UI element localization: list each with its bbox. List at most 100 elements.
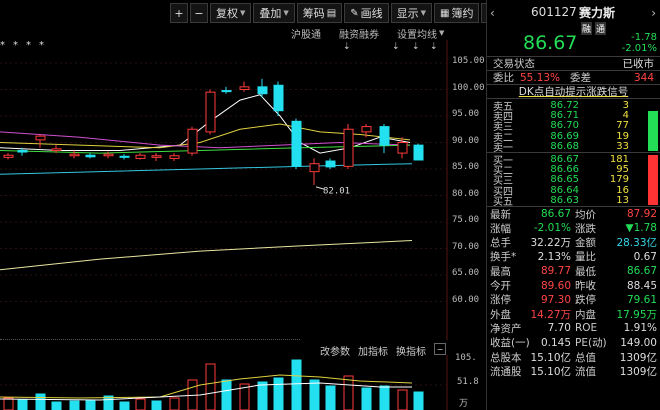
stat-value: 86.67 (626, 265, 657, 278)
chip-label: 筹码 (302, 7, 325, 20)
volume-bar-down (151, 400, 162, 410)
candle-down (85, 154, 96, 158)
display-dropdown[interactable]: 显示 ▼ (390, 3, 433, 23)
zoom-in-button[interactable]: + (170, 3, 188, 23)
stat-row: 外盘 14.27万 内盘 17.95万 (487, 307, 660, 321)
stat-row: 今开 89.60 昨收 88.45 (487, 278, 660, 293)
stat-label: PE(动) (575, 337, 607, 350)
stat-label: 量比 (575, 251, 596, 264)
stat-label: 净资产 (490, 322, 522, 335)
prev-stock-icon[interactable]: ‹ (490, 6, 495, 20)
stat-value: 15.10亿 (530, 365, 571, 378)
trade-status-label: 交易状态 (493, 58, 535, 70)
stat-row: 涨停 97.30 跌停 79.61 (487, 293, 660, 307)
volume-bar-up (397, 389, 408, 410)
candle-up (3, 154, 14, 158)
bid-book: 买一 86.67 181 买二 86.66 95 买三 86.65 179 买四 86.64 16 买五… (487, 151, 660, 208)
volume-bar-down (361, 387, 372, 410)
book-price: 86.72 (550, 99, 579, 111)
volume-bar-down (51, 401, 62, 410)
stat-label: 换手* (490, 251, 517, 264)
zoom-out-button[interactable]: − (190, 3, 208, 23)
candle-up (51, 148, 62, 151)
candle-down (291, 120, 302, 167)
stat-value: 79.61 (626, 293, 657, 306)
volume-chart[interactable] (0, 355, 485, 410)
book-volume: 33 (616, 141, 629, 153)
quote-panel: ‹ › 601127 赛力斯 融 通 86.67 -1.78 -2.01% 交易… (486, 0, 660, 410)
fuquan-dropdown[interactable]: 复权 ▼ (210, 3, 252, 23)
stat-label: 总值 (575, 351, 596, 364)
draw-line-button[interactable]: ✎ 画线 (344, 3, 389, 23)
book-price: 86.64 (550, 184, 579, 196)
stat-label: 收益(一) (490, 337, 530, 350)
book-price: 86.65 (550, 174, 579, 186)
next-stock-icon[interactable]: › (651, 6, 656, 20)
candlestick-chart[interactable]: 82.01 (0, 40, 485, 340)
stat-row: 最新 86.67 均价 87.92 (487, 207, 660, 221)
candle-down (221, 90, 232, 93)
order-ratio-row: 委比 55.13% 委差 344 (487, 70, 660, 84)
stat-label: 涨跌 (575, 222, 596, 235)
chip-button[interactable]: 筹码 ▤ (296, 3, 343, 23)
stat-value: 1309亿 (619, 351, 657, 364)
volume-bar-down (257, 381, 268, 410)
price-axis-label: 60.00 (452, 294, 480, 305)
stat-value: 0.67 (633, 250, 657, 263)
stat-value: -2.01% (533, 222, 571, 235)
change-amount: -1.78 (631, 32, 657, 43)
candle-down (119, 155, 130, 158)
candle-down (273, 84, 284, 112)
book-volume: 19 (616, 130, 629, 142)
candle-up (343, 128, 354, 167)
chevron-down-icon: ▼ (283, 9, 289, 17)
bid-volume-bar (648, 154, 658, 205)
stat-label: 总股本 (490, 351, 522, 364)
candle-up (35, 135, 46, 141)
stats-table: 最新 86.67 均价 87.92 涨幅 -2.01% 涨跌 ▼1.78 总手 32.22万 金额 2… (487, 205, 660, 379)
candle-up (239, 86, 250, 90)
ma-settings-link[interactable]: 设置均线 (397, 26, 437, 41)
volume-bar-up (3, 397, 14, 410)
volume-bar-up (135, 398, 146, 410)
candle-down (413, 144, 424, 161)
volume-bar-up (205, 363, 216, 410)
overlay-dropdown[interactable]: 叠加 ▼ (253, 3, 295, 23)
dk-signal-link[interactable]: DK点自动提示涨跌信号 (487, 84, 660, 98)
stat-row: 总股本 15.10亿 总值 1309亿 (487, 350, 660, 364)
hugutong-link[interactable]: 沪股通 (291, 26, 321, 41)
stat-row: 流通股 15.10亿 流值 1309亿 (487, 364, 660, 378)
stat-label: 流通股 (490, 365, 522, 378)
price-axis-label: 75.00 (452, 215, 480, 225)
chevron-down-icon: ▼ (439, 29, 445, 37)
ask-book: 卖五 86.72 3 卖四 86.71 4 卖三 86.70 77 卖二 86.69 19 卖一 86.6… (487, 98, 660, 154)
stat-value: 89.60 (540, 279, 571, 292)
book-volume: 95 (616, 164, 629, 176)
trade-status-value: 已收市 (622, 58, 655, 70)
collapse-icon[interactable]: − (434, 343, 446, 355)
stat-label: 总手 (490, 237, 511, 250)
book-price: 86.63 (550, 195, 579, 207)
trade-status-row: 交易状态 已收市 (487, 56, 660, 70)
stat-value: 89.77 (540, 265, 571, 278)
stat-value: 87.92 (626, 208, 657, 221)
price-axis-label: 80.00 (452, 188, 480, 199)
volume-bar-down (17, 399, 28, 410)
volume-bar-down (413, 391, 424, 410)
volume-bar-down (273, 377, 284, 410)
wanyue-button[interactable]: ▦ 簿约 (434, 3, 480, 23)
weibi-value: 55.13% (520, 71, 561, 84)
stat-value: 32.22万 (530, 237, 571, 250)
overlay-label: 叠加 (259, 7, 282, 20)
stat-row: 最高 89.77 最低 86.67 (487, 264, 660, 278)
book-price: 86.69 (550, 130, 579, 142)
kline-chart-panel[interactable]: + − 复权▼ 叠加▼ 筹码▤ ✎画线 显示▼ ▦簿约 隐藏 沪股通 融资融券 … (0, 0, 516, 410)
candle-up (103, 153, 114, 157)
book-row[interactable]: 买五 86.63 13 (487, 195, 660, 208)
candle-up (361, 126, 372, 133)
margin-trading-link[interactable]: 融资融券 (339, 26, 379, 41)
candle-down (257, 86, 268, 95)
stat-value: 0.145 (540, 336, 571, 349)
volume-bar-down (221, 379, 232, 410)
book-row[interactable]: 卖一 86.68 33 (487, 141, 660, 154)
